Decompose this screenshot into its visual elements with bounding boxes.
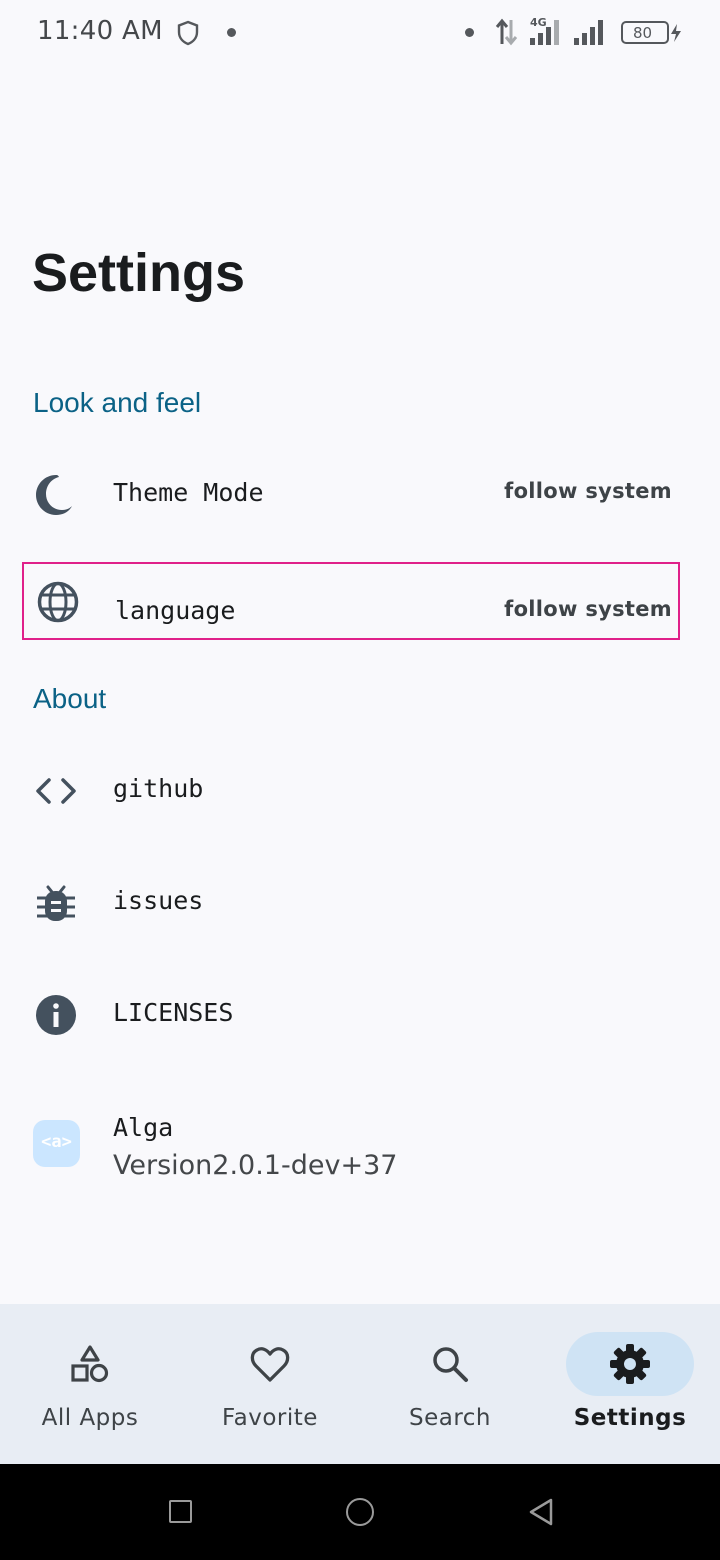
app-logo: <a> [33,1120,80,1167]
heart-icon [250,1347,290,1382]
nav-label-search: Search [408,1405,492,1431]
info-icon [36,995,76,1035]
app-version: Version2.0.1-dev+37 [113,1150,398,1181]
bug-icon [37,885,75,921]
battery-icon: 80 [621,21,669,44]
notification-dot-icon [227,28,236,37]
issues-link[interactable]: issues [22,866,680,944]
code-icon [36,778,76,804]
app-logo-text: <a> [41,1132,72,1152]
nav-label-settings: Settings [573,1405,687,1431]
nav-label-all-apps: All Apps [41,1405,139,1431]
licenses-link[interactable]: LICENSES [22,978,680,1056]
page-title: Settings [32,243,246,303]
nav-item-search[interactable]: Search [360,1304,540,1464]
shield-icon [177,20,199,46]
github-label: github [113,774,204,803]
section-header-about: About [33,683,107,714]
nav-item-favorite[interactable]: Favorite [180,1304,360,1464]
licenses-label: LICENSES [113,998,234,1027]
signal-icon [574,20,603,45]
charging-icon [671,24,681,42]
status-time: 11:40 AM [37,16,163,46]
theme-mode-value: follow system [504,479,672,503]
dot-icon [465,28,474,37]
status-bar: 11:40 AM 4G 80 [0,0,720,66]
signal-4g-icon: 4G [530,16,559,45]
network-type-label: 4G [530,16,547,29]
system-navigation-bar [0,1464,720,1560]
battery-level: 80 [633,24,653,42]
search-icon [433,1347,468,1382]
home-button[interactable] [346,1498,374,1526]
section-header-look-and-feel: Look and feel [33,387,202,418]
language-value: follow system [504,597,672,621]
theme-mode-label: Theme Mode [113,478,264,507]
shapes-icon [71,1345,109,1383]
nav-item-all-apps[interactable]: All Apps [0,1304,180,1464]
data-transfer-icon [495,18,518,46]
language-label: language [115,596,236,625]
github-link[interactable]: github [22,754,680,832]
issues-label: issues [113,886,204,915]
back-button[interactable] [527,1497,555,1527]
globe-icon [37,581,79,623]
theme-mode-setting[interactable]: Theme Mode follow system [22,458,680,536]
recent-apps-button[interactable] [169,1500,192,1523]
moon-icon [36,475,72,515]
language-setting[interactable]: language follow system [22,562,680,640]
gear-icon [610,1344,650,1384]
nav-label-favorite: Favorite [222,1405,318,1431]
bottom-navigation: All Apps Favorite Search Settings [0,1304,720,1464]
nav-item-settings[interactable]: Settings [540,1304,720,1464]
app-name: Alga [113,1113,174,1142]
